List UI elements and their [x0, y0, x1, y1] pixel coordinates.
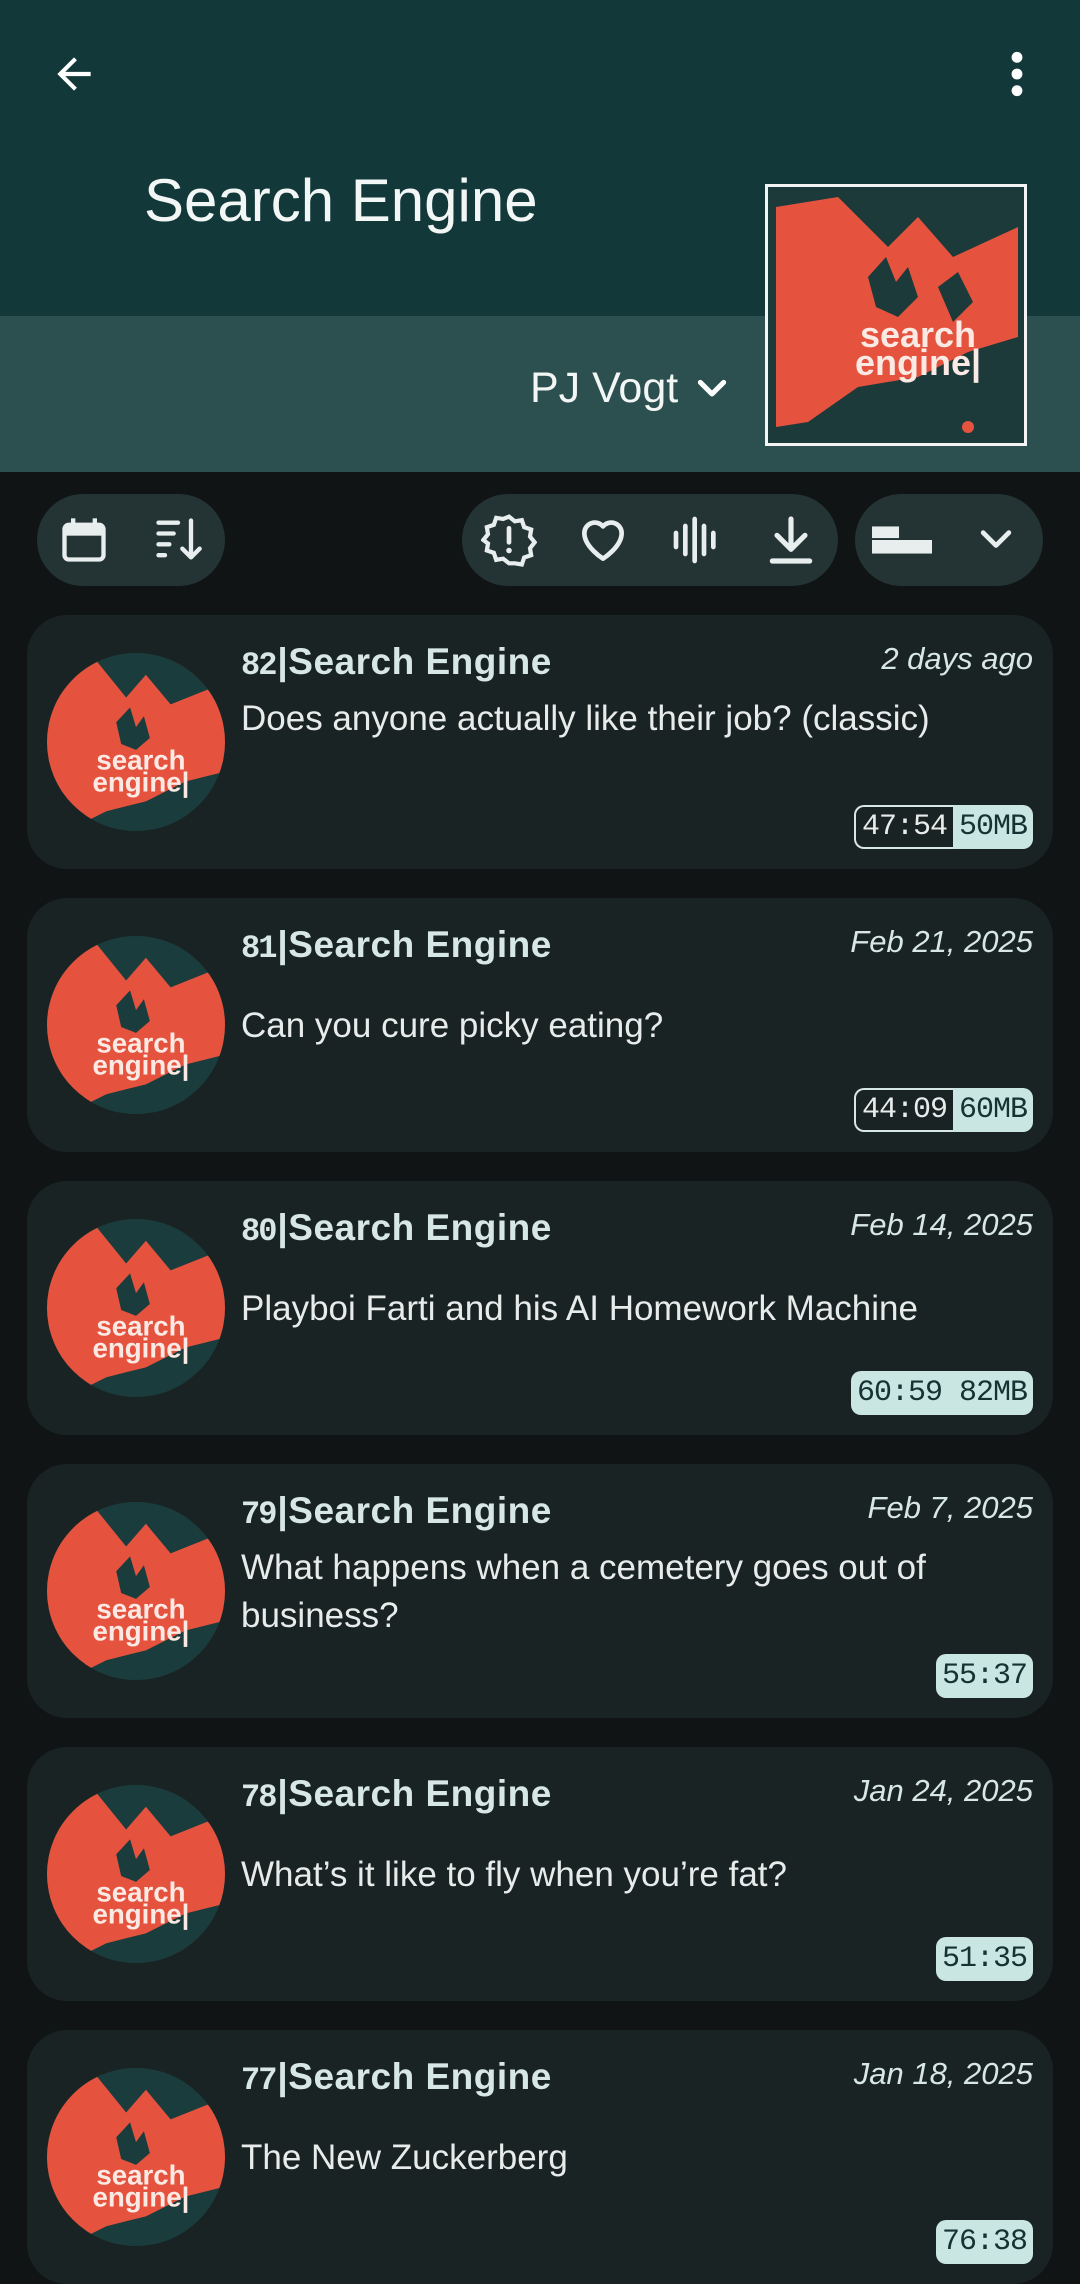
separator: | — [277, 641, 289, 682]
episode-title: The New Zuckerberg — [241, 2138, 568, 2177]
svg-text:engine|: engine| — [92, 1615, 189, 1646]
duration-badge: 76:38 — [935, 2220, 1033, 2264]
waveform-icon[interactable] — [667, 510, 727, 570]
episode-podcast-name: Search Engine — [288, 2056, 552, 2097]
duration-size-badge: 60:59 82MB — [850, 1371, 1033, 1415]
episode-podcast-name: Search Engine — [288, 641, 552, 682]
chevron-down-icon[interactable] — [966, 510, 1026, 570]
episode-badges: 44:09 60MB — [853, 1088, 1033, 1132]
download-icon[interactable] — [761, 510, 821, 570]
episode-number: 80 — [241, 1213, 277, 1250]
duration-badge: 44:09 — [853, 1088, 953, 1132]
duration-badge: 51:35 — [935, 1937, 1033, 1981]
episode-card[interactable]: search engine| 79|Search Engine Feb 7, 2… — [27, 1464, 1053, 1718]
separator: | — [277, 924, 289, 965]
sort-controls — [37, 494, 225, 586]
more-vert-icon — [1011, 51, 1023, 97]
svg-text:engine|: engine| — [92, 2181, 189, 2212]
episode-badges: 76:38 — [935, 2220, 1033, 2264]
episode-date: 2 days ago — [881, 641, 1033, 676]
episode-header: 79|Search Engine — [241, 1490, 552, 1533]
episode-title: Does anyone actually like their job? (cl… — [241, 699, 930, 738]
episode-badges: 60:59 82MB — [850, 1371, 1033, 1415]
cover-artwork: search engine| — [768, 187, 1024, 443]
episode-card[interactable]: search engine| 77|Search Engine Jan 18, … — [27, 2030, 1053, 2284]
svg-text:engine|: engine| — [92, 1898, 189, 1929]
episode-card[interactable]: search engine| 78|Search Engine Jan 24, … — [27, 1747, 1053, 2001]
view-controls — [855, 494, 1043, 586]
episode-header: 78|Search Engine — [241, 1773, 552, 1816]
separator: | — [277, 1773, 289, 1814]
podcast-cover-art[interactable]: search engine| — [765, 184, 1027, 446]
author-selector[interactable]: PJ Vogt — [530, 364, 732, 413]
sort-icon[interactable] — [148, 510, 208, 570]
episode-date: Jan 24, 2025 — [853, 1773, 1033, 1808]
svg-text:engine|: engine| — [92, 766, 189, 797]
episode-podcast-name: Search Engine — [288, 1207, 552, 1248]
duration-badge: 55:37 — [935, 1654, 1033, 1698]
duration-badge: 47:54 — [853, 805, 953, 849]
separator: | — [277, 2056, 289, 2097]
heart-icon[interactable] — [573, 510, 633, 570]
episode-artwork[interactable]: search engine| — [47, 1502, 225, 1680]
episode-badges: 51:35 — [935, 1937, 1033, 1981]
episode-number: 79 — [241, 1496, 277, 1533]
separator: | — [277, 1207, 289, 1248]
filter-controls — [462, 494, 838, 586]
size-text: 82MB — [958, 1376, 1028, 1410]
podcast-title: Search Engine — [144, 167, 538, 234]
more-menu-button[interactable] — [990, 44, 1044, 104]
episode-artwork[interactable]: search engine| — [47, 1219, 225, 1397]
episode-header: 82|Search Engine — [241, 641, 552, 684]
cover-brand-line2: engine| — [855, 342, 981, 384]
episode-number: 82 — [241, 647, 277, 684]
episode-badges: 55:37 — [935, 1654, 1033, 1698]
episode-artwork[interactable]: search engine| — [47, 2068, 225, 2246]
episode-title: What happens when a cemetery goes out of… — [241, 1548, 926, 1635]
episode-artwork[interactable]: search engine| — [47, 1785, 225, 1963]
alert-badge-icon[interactable] — [479, 510, 539, 570]
episode-header: 81|Search Engine — [241, 924, 552, 967]
chevron-down-icon — [698, 379, 727, 396]
episode-artwork[interactable]: search engine| — [47, 653, 225, 831]
episode-number: 81 — [241, 930, 277, 967]
svg-text:engine|: engine| — [92, 1332, 189, 1363]
episode-card[interactable]: search engine| 80|Search Engine Feb 14, … — [27, 1181, 1053, 1435]
size-badge: 60MB — [952, 1088, 1033, 1132]
episode-badges: 47:54 50MB — [853, 805, 1033, 849]
episode-date: Feb 7, 2025 — [867, 1490, 1033, 1525]
episode-date: Feb 21, 2025 — [850, 924, 1033, 959]
episode-card[interactable]: search engine| 82|Search Engine 2 days a… — [27, 615, 1053, 869]
episode-header: 77|Search Engine — [241, 2056, 552, 2099]
episode-number: 77 — [241, 2062, 277, 2099]
episode-header: 80|Search Engine — [241, 1207, 552, 1250]
episode-podcast-name: Search Engine — [288, 1773, 552, 1814]
episode-number: 78 — [241, 1779, 277, 1816]
back-button[interactable] — [44, 44, 104, 104]
separator: | — [277, 1490, 289, 1531]
arrow-left-icon — [57, 57, 91, 91]
episode-date: Jan 18, 2025 — [853, 2056, 1033, 2091]
svg-text:engine|: engine| — [92, 1049, 189, 1080]
episode-date: Feb 14, 2025 — [850, 1207, 1033, 1242]
layout-icon[interactable] — [872, 510, 932, 570]
size-badge: 50MB — [952, 805, 1033, 849]
episode-title: What’s it like to fly when you’re fat? — [241, 1855, 787, 1894]
episode-card[interactable]: search engine| 81|Search Engine Feb 21, … — [27, 898, 1053, 1152]
author-name: PJ Vogt — [530, 364, 679, 412]
episode-artwork[interactable]: search engine| — [47, 936, 225, 1114]
episode-podcast-name: Search Engine — [288, 924, 552, 965]
duration-text: 60:59 — [856, 1376, 943, 1410]
episode-podcast-name: Search Engine — [288, 1490, 552, 1531]
episode-title: Playboi Farti and his AI Homework Machin… — [241, 1289, 918, 1328]
episode-title: Can you cure picky eating? — [241, 1006, 664, 1045]
calendar-icon[interactable] — [54, 510, 114, 570]
